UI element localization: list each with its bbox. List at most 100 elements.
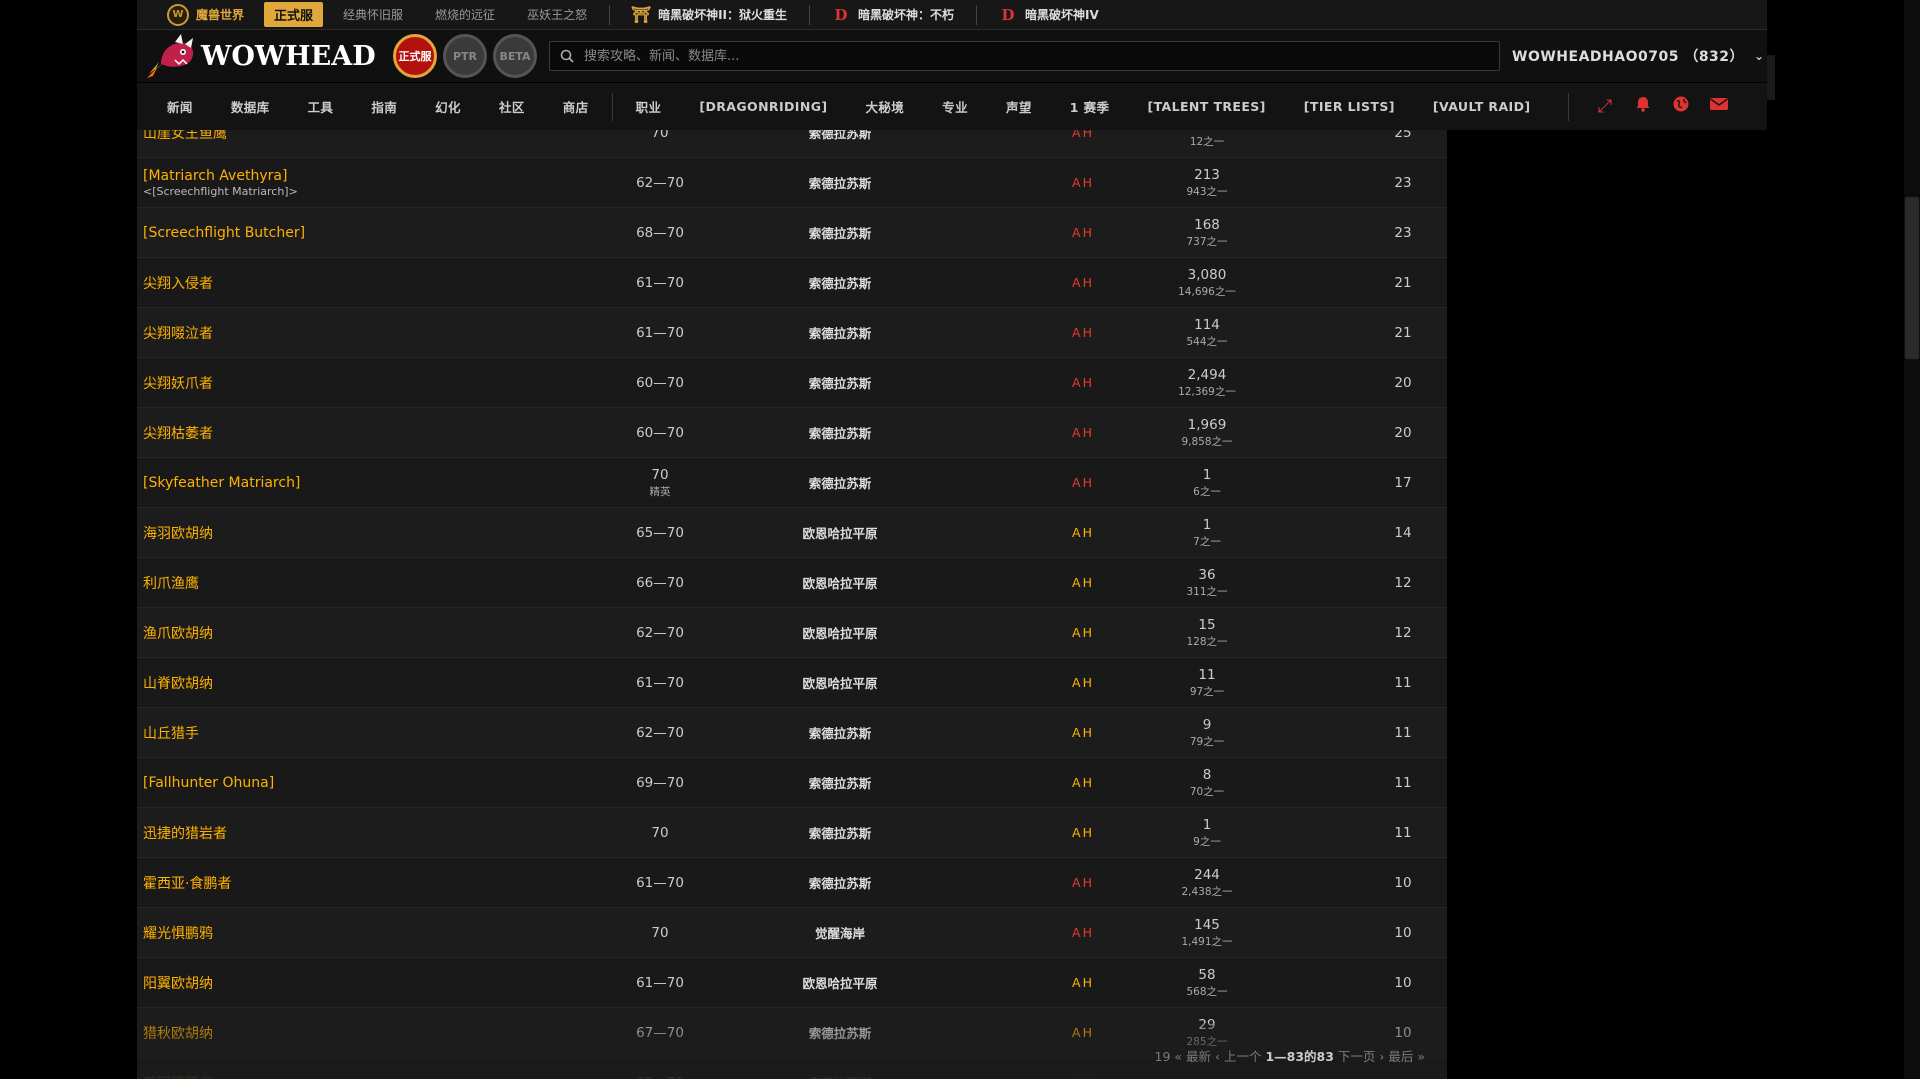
pagination-prev-links[interactable]: 19 « 最新 ‹ 上一个 <box>1155 1049 1262 1064</box>
npc-name-link[interactable]: 渔爪欧胡纳 <box>143 623 593 643</box>
zone-link[interactable]: 索德拉苏斯 <box>809 473 872 492</box>
table-row[interactable]: 海羽欧胡纳 65—70 欧恩哈拉平原 AH 1 7之一 14 <box>137 508 1447 558</box>
table-row[interactable]: 尖翔啜泣者 61—70 索德拉苏斯 AH 114 544之一 21 <box>137 308 1447 358</box>
scrollbar-thumb[interactable] <box>1905 197 1919 359</box>
zone-link[interactable]: 欧恩哈拉平原 <box>802 673 877 692</box>
nav-talent-trees[interactable]: [TALENT TREES] <box>1128 99 1284 114</box>
pagination-next-links[interactable]: 下一页 › 最后 » <box>1338 1049 1425 1064</box>
zone-link[interactable]: 索德拉苏斯 <box>809 423 872 442</box>
table-row[interactable]: 渔爪欧胡纳 62—70 欧恩哈拉平原 AH 15 128之一 12 <box>137 608 1447 658</box>
beta-version-button[interactable]: BETA <box>493 34 537 78</box>
table-row[interactable]: [Screechflight Butcher] 68—70 索德拉苏斯 AH 168 73… <box>137 208 1447 258</box>
zone-link[interactable]: 索德拉苏斯 <box>809 373 872 392</box>
npc-name-link[interactable]: 海羽欧胡纳 <box>143 523 593 543</box>
wotlk-link[interactable]: 巫妖王之怒 <box>511 6 603 23</box>
zone-link[interactable]: 索德拉苏斯 <box>809 273 872 292</box>
d2-link[interactable]: ⛩ 暗黑破坏神II：狱火重生 <box>616 5 803 24</box>
zone-link[interactable]: 索德拉苏斯 <box>809 773 872 792</box>
count-cell: 145 1,491之一 <box>1137 908 1277 957</box>
search-input[interactable] <box>582 47 1499 65</box>
alliance-reaction: A <box>1072 875 1083 890</box>
ptr-version-button[interactable]: PTR <box>443 34 487 78</box>
npc-name-link[interactable]: 耀光惧鹏鸦 <box>143 923 593 943</box>
wow-link[interactable]: W 魔兽世界 <box>137 3 260 26</box>
globe-icon[interactable] <box>1671 95 1691 118</box>
npc-name-link[interactable]: [Fallhunter Ohuna] <box>143 775 593 791</box>
zone-link[interactable]: 欧恩哈拉平原 <box>802 573 877 592</box>
npc-name-link[interactable]: 山脊欧胡纳 <box>143 673 593 693</box>
table-row[interactable]: 尖翔入侵者 61—70 索德拉苏斯 AH 3,080 14,696之一 21 <box>137 258 1447 308</box>
npc-name-link[interactable]: [Matriarch Avethyra] <box>143 168 593 184</box>
live-version-button[interactable]: 正式服 <box>393 34 437 78</box>
npc-list-table: 山崖女王鱼鹰70索德拉苏斯AH112之一25[Matriarch Avethyr… <box>137 130 1447 1079</box>
table-row[interactable]: 山脊欧胡纳 61—70 欧恩哈拉平原 AH 11 97之一 11 <box>137 658 1447 708</box>
bell-icon[interactable] <box>1633 95 1653 118</box>
wowhead-logo[interactable]: WOWHEAD <box>145 34 385 78</box>
table-row[interactable]: 阳翼欧胡纳 61—70 欧恩哈拉平原 AH 58 568之一 10 <box>137 958 1447 1008</box>
npc-name-link[interactable]: [Skyfeather Matriarch] <box>143 475 593 491</box>
table-row[interactable]: 尖翔妖爪者 60—70 索德拉苏斯 AH 2,494 12,369之一 20 <box>137 358 1447 408</box>
npc-name-link[interactable]: 山丘猎手 <box>143 723 593 743</box>
npc-name-link[interactable]: 尖翔入侵者 <box>143 273 593 293</box>
nav-reputation[interactable]: 声望 <box>987 97 1051 116</box>
classic-link[interactable]: 经典怀旧服 <box>327 6 419 23</box>
count-of-total: 943之一 <box>1186 185 1228 198</box>
expand-icon[interactable]: ⤢ <box>1595 96 1615 117</box>
nav-transmog[interactable]: 幻化 <box>416 97 480 116</box>
table-row[interactable]: [Matriarch Avethyra] <[Screechflight Matr… <box>137 158 1447 208</box>
zone-link[interactable]: 索德拉苏斯 <box>809 823 872 842</box>
zone-link[interactable]: 索德拉苏斯 <box>809 223 872 242</box>
table-row[interactable]: 尖翔枯萎者 60—70 索德拉苏斯 AH 1,969 9,858之一 20 <box>137 408 1447 458</box>
d4-link[interactable]: D 暗黑破坏神IV <box>983 6 1115 24</box>
table-row[interactable]: 霍西亚·食鹏者 61—70 索德拉苏斯 AH 244 2,438之一 10 <box>137 858 1447 908</box>
npc-name-link[interactable]: 阳翼欧胡纳 <box>143 973 593 993</box>
table-row[interactable]: 山崖女王鱼鹰 70 索德拉苏斯 AH 1 12之一 25 <box>137 130 1447 158</box>
table-row[interactable]: 利爪渔鹰 66—70 欧恩哈拉平原 AH 36 311之一 12 <box>137 558 1447 608</box>
nav-vault-raid[interactable]: [VAULT RAID] <box>1414 99 1550 114</box>
zone-link[interactable]: 索德拉苏斯 <box>809 130 872 142</box>
level-value: 65—70 <box>636 524 684 541</box>
zone-link[interactable]: 索德拉苏斯 <box>809 723 872 742</box>
nav-season[interactable]: 1 赛季 <box>1051 97 1129 116</box>
zone-link[interactable]: 索德拉苏斯 <box>809 873 872 892</box>
zone-link[interactable]: 觉醒海岸 <box>815 923 865 942</box>
zone-link[interactable]: 索德拉苏斯 <box>809 323 872 342</box>
nav-community[interactable]: 社区 <box>480 97 544 116</box>
zone-link[interactable]: 欧恩哈拉平原 <box>802 973 877 992</box>
zone-link[interactable]: 欧恩哈拉平原 <box>802 523 877 542</box>
live-version-badge[interactable]: 正式服 <box>264 2 324 27</box>
user-menu[interactable]: WOWHEADHAO0705 （832） ⌄ <box>1512 46 1765 66</box>
npc-name-link[interactable]: 尖翔枯萎者 <box>143 423 593 443</box>
search-box[interactable] <box>549 41 1500 71</box>
bc-link[interactable]: 燃烧的远征 <box>419 6 511 23</box>
table-row[interactable]: [Skyfeather Matriarch] 70 精英 索德拉苏斯 AH 1 6之一 17 <box>137 458 1447 508</box>
nav-tools[interactable]: 工具 <box>289 97 353 116</box>
nav-database[interactable]: 数据库 <box>212 97 289 116</box>
nav-mythic-plus[interactable]: 大秘境 <box>846 97 923 116</box>
table-row[interactable]: 迅捷的猎岩者 70 索德拉苏斯 AH 1 9之一 11 <box>137 808 1447 858</box>
nav-classes[interactable]: 职业 <box>617 97 681 116</box>
npc-name-link[interactable]: 尖翔妖爪者 <box>143 373 593 393</box>
table-row[interactable]: 耀光惧鹏鸦 70 觉醒海岸 AH 145 1,491之一 10 <box>137 908 1447 958</box>
table-row[interactable]: [Fallhunter Ohuna] 69—70 索德拉苏斯 AH 8 70之一 11 <box>137 758 1447 808</box>
npc-name-link[interactable]: 迅捷的猎岩者 <box>143 823 593 843</box>
zone-link[interactable]: 索德拉苏斯 <box>809 173 872 192</box>
nav-professions[interactable]: 专业 <box>923 97 987 116</box>
zone-link[interactable]: 欧恩哈拉平原 <box>802 623 877 642</box>
npc-name-cell: 山崖女王鱼鹰 <box>143 130 593 157</box>
nav-shop[interactable]: 商店 <box>544 97 608 116</box>
mail-icon[interactable] <box>1709 96 1729 117</box>
npc-name-link[interactable]: [Screechflight Butcher] <box>143 225 593 241</box>
nav-guides[interactable]: 指南 <box>352 97 416 116</box>
game-switcher-bar: W 魔兽世界 正式服 经典怀旧服 燃烧的远征 巫妖王之怒 ⛩ 暗黑破坏神II：狱… <box>137 0 1767 30</box>
nav-tier-lists[interactable]: [TIER LISTS] <box>1285 99 1414 114</box>
diablo-immortal-link[interactable]: D 暗黑破坏神：不朽 <box>816 6 970 24</box>
npc-name-link[interactable]: 尖翔啜泣者 <box>143 323 593 343</box>
npc-name-link[interactable]: 山崖女王鱼鹰 <box>143 130 593 143</box>
npc-name-link[interactable]: 利爪渔鹰 <box>143 573 593 593</box>
scrollbar[interactable] <box>1904 0 1920 1079</box>
table-row[interactable]: 山丘猎手 62—70 索德拉苏斯 AH 9 79之一 11 <box>137 708 1447 758</box>
npc-name-link[interactable]: 霍西亚·食鹏者 <box>143 873 593 893</box>
nav-dragonriding[interactable]: [DRAGONRIDING] <box>680 99 846 114</box>
nav-news[interactable]: 新闻 <box>137 97 212 116</box>
